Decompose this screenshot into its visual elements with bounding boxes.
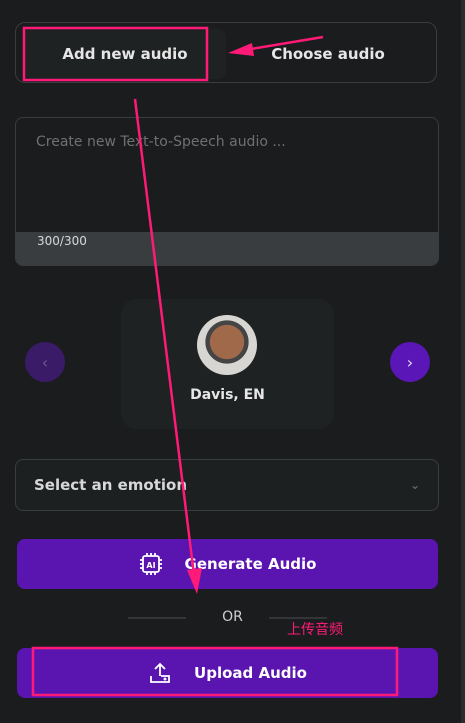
character-counter: 300/300 <box>16 232 438 265</box>
chevron-down-icon: ⌄ <box>409 478 420 492</box>
avatar <box>197 315 257 375</box>
voice-card[interactable]: Davis, EN <box>121 299 334 429</box>
tts-text-area: 300/300 <box>15 117 439 266</box>
next-voice-button[interactable]: › <box>390 342 430 382</box>
ai-chip-icon: AI <box>139 553 162 575</box>
emotion-select[interactable]: Select an emotion ⌄ <box>15 459 439 511</box>
chevron-right-icon: › <box>406 352 414 372</box>
prev-voice-button[interactable]: ‹ <box>25 342 65 382</box>
annotation-label: 上传音频 <box>287 622 343 638</box>
tab-choose-audio[interactable]: Choose audio <box>226 29 430 79</box>
upload-audio-label: Upload Audio <box>194 664 307 682</box>
emotion-select-label: Select an emotion <box>34 476 188 494</box>
chevron-left-icon: ‹ <box>41 352 49 372</box>
generate-audio-button[interactable]: AI Generate Audio <box>17 539 438 589</box>
voice-name: Davis, EN <box>190 387 265 403</box>
tab-add-new-audio[interactable]: Add new audio <box>24 29 226 79</box>
audio-mode-toggle: Add new audio Choose audio <box>15 22 437 83</box>
svg-text:AI: AI <box>146 561 155 570</box>
or-divider: OR <box>222 609 243 625</box>
upload-audio-button[interactable]: Upload Audio <box>17 648 438 698</box>
tts-text-input[interactable] <box>16 118 438 233</box>
generate-audio-label: Generate Audio <box>184 555 317 573</box>
upload-icon <box>150 662 170 683</box>
